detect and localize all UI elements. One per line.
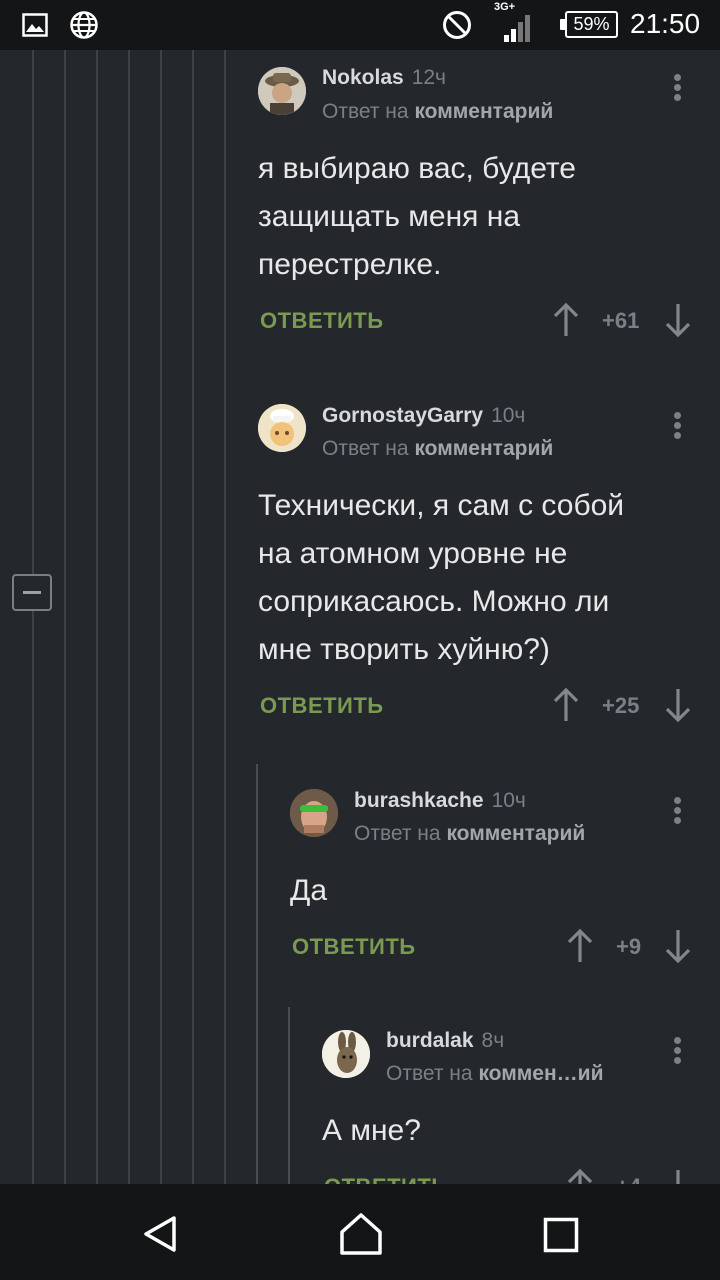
reply-to: Ответ на комментарий [354, 822, 585, 846]
comment-line: соприкасаюсь. Можно ли [258, 585, 610, 618]
comment-body: Технически, я сам с собой на атомном уро… [258, 482, 624, 674]
author-name[interactable]: burashkache [354, 789, 484, 812]
avatar[interactable] [258, 67, 306, 115]
comment-time: 10ч [491, 404, 526, 427]
upvote-icon[interactable] [552, 687, 580, 723]
comment-author[interactable]: GornostayGarry 10ч [322, 404, 525, 428]
status-clock: 21:50 [630, 8, 701, 39]
avatar-image [322, 1030, 370, 1078]
downvote-icon[interactable] [664, 928, 692, 964]
network-type-label: 3G+ [494, 1, 516, 13]
comment: burdalak 8ч Ответ на коммен…ий А мне? ОТВ… [0, 1015, 720, 1184]
comment-line: перестрелке. [258, 248, 442, 281]
recents-icon[interactable] [543, 1217, 579, 1253]
comment: GornostayGarry 10ч Ответ на комментарий Т… [0, 390, 720, 730]
comment-author[interactable]: Nokolas 12ч [322, 66, 446, 90]
downvote-icon[interactable] [664, 302, 692, 338]
comment-time: 10ч [491, 789, 526, 812]
more-options-icon[interactable] [668, 70, 688, 106]
reply-to-prefix: Ответ на [386, 1062, 473, 1085]
home-icon[interactable] [338, 1212, 384, 1256]
comment-line: Технически, я сам с собой [258, 489, 625, 522]
globe-icon [70, 11, 98, 39]
comment-line: на атомном уровне не [258, 537, 568, 570]
comment: Nokolas 12ч Ответ на комментарий я выбира… [0, 50, 720, 350]
comment-line: Да [290, 874, 328, 907]
more-options-icon[interactable] [668, 1033, 688, 1069]
downvote-icon[interactable] [664, 1168, 692, 1184]
avatar[interactable] [290, 789, 338, 837]
reply-button[interactable]: ОТВЕТИТЬ [324, 1174, 448, 1184]
comment-body: А мне? [322, 1107, 421, 1155]
upvote-icon[interactable] [566, 928, 594, 964]
vote-score: +25 [602, 693, 640, 718]
comment-line: А мне? [322, 1114, 421, 1147]
comment-time: 12ч [411, 66, 447, 89]
avatar[interactable] [322, 1030, 370, 1078]
upvote-icon[interactable] [566, 1168, 594, 1184]
reply-to-link[interactable]: комментарий [446, 822, 585, 845]
comment: burashkache 10ч Ответ на комментарий Да О… [0, 775, 720, 1005]
reply-button[interactable]: ОТВЕТИТЬ [260, 693, 384, 719]
upvote-icon[interactable] [552, 302, 580, 338]
back-icon[interactable] [140, 1214, 180, 1254]
avatar-image [290, 789, 338, 837]
battery-level: 59% [573, 14, 610, 34]
vote-score: +9 [616, 934, 642, 959]
comment-author[interactable]: burdalak 8ч [386, 1029, 504, 1053]
author-name[interactable]: GornostayGarry [322, 404, 483, 427]
navigation-bar [0, 1184, 720, 1280]
comment-thread[interactable]: Nokolas 12ч Ответ на комментарий я выбира… [0, 50, 720, 1184]
reply-button[interactable]: ОТВЕТИТЬ [260, 308, 384, 334]
reply-button[interactable]: ОТВЕТИТЬ [292, 934, 416, 960]
reply-to: Ответ на коммен…ий [386, 1062, 603, 1086]
vote-score: +4 [616, 1174, 641, 1184]
reply-to-link[interactable]: комментарий [414, 100, 553, 123]
image-icon [22, 13, 48, 37]
author-name[interactable]: Nokolas [322, 66, 404, 89]
more-options-icon[interactable] [668, 793, 688, 829]
reply-to-prefix: Ответ на [322, 100, 409, 123]
reply-to-prefix: Ответ на [322, 437, 409, 460]
reply-to-link[interactable]: коммен…ий [478, 1062, 603, 1085]
battery-icon: 59% [565, 11, 618, 38]
reply-to-link[interactable]: комментарий [414, 437, 553, 460]
author-name[interactable]: burdalak [386, 1029, 474, 1052]
reply-to: Ответ на комментарий [322, 100, 553, 124]
comment-line: мне творить хуйню?) [258, 633, 550, 666]
avatar[interactable] [258, 404, 306, 452]
vote-score: +61 [602, 308, 640, 333]
comment-time: 8ч [481, 1029, 505, 1052]
status-bar: 3G+ 59% 21:50 [0, 0, 720, 50]
avatar-image [258, 404, 306, 452]
comment-author[interactable]: burashkache 10ч [354, 789, 526, 813]
reply-to-prefix: Ответ на [354, 822, 441, 845]
downvote-icon[interactable] [664, 687, 692, 723]
more-options-icon[interactable] [668, 408, 688, 444]
signal-icon [504, 15, 530, 42]
comment-body: я выбираю вас, будете защищать меня на п… [258, 145, 576, 289]
comment-line: защищать меня на [258, 200, 521, 233]
avatar-image [258, 67, 306, 115]
reply-to: Ответ на комментарий [322, 437, 553, 461]
comment-body: Да [290, 867, 327, 915]
do-not-disturb-icon [443, 11, 471, 39]
comment-line: я выбираю вас, будете [258, 152, 576, 185]
